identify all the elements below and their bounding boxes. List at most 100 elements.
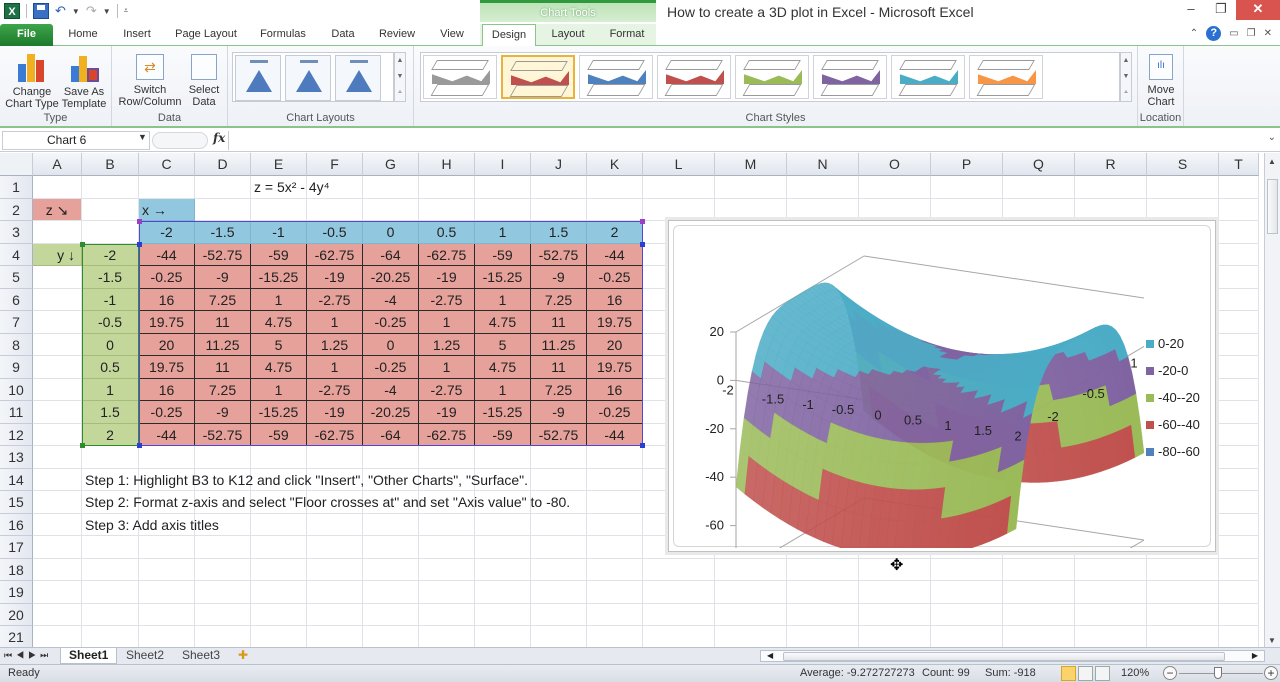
y-value-cell[interactable]: 0: [82, 333, 139, 356]
cell[interactable]: [531, 198, 587, 221]
range-handle[interactable]: [137, 219, 142, 224]
cell[interactable]: [33, 536, 82, 559]
cell[interactable]: [1219, 423, 1259, 446]
cell[interactable]: [715, 626, 787, 647]
undo-icon[interactable]: ↶: [55, 3, 66, 19]
cell[interactable]: [307, 626, 363, 647]
z-value-cell[interactable]: 1: [251, 288, 307, 311]
cell[interactable]: [195, 603, 251, 626]
cell[interactable]: [931, 603, 1003, 626]
cell[interactable]: [1147, 581, 1219, 604]
z-value-cell[interactable]: 4.75: [475, 311, 531, 334]
cell[interactable]: [195, 446, 251, 469]
z-value-cell[interactable]: 16: [139, 378, 195, 401]
cell[interactable]: [643, 626, 715, 647]
z-value-cell[interactable]: 1: [251, 378, 307, 401]
cell[interactable]: [643, 603, 715, 626]
y-value-cell[interactable]: 1.5: [82, 401, 139, 424]
row-header-13[interactable]: 13: [0, 446, 33, 469]
cell[interactable]: [531, 626, 587, 647]
z-value-cell[interactable]: 16: [587, 378, 643, 401]
restore-button[interactable]: ❐: [1206, 0, 1236, 20]
cell[interactable]: [1147, 176, 1219, 199]
range-handle[interactable]: [640, 241, 645, 247]
cell[interactable]: [1219, 266, 1259, 289]
z-value-cell[interactable]: -2.75: [307, 288, 363, 311]
formula-bar-divider-handle[interactable]: [152, 132, 208, 149]
cell[interactable]: [139, 603, 195, 626]
z-value-cell[interactable]: -44: [139, 423, 195, 446]
cell[interactable]: [587, 446, 643, 469]
chart-style-2[interactable]: [501, 55, 575, 99]
cell[interactable]: [787, 626, 859, 647]
z-value-cell[interactable]: -20.25: [363, 266, 419, 289]
tab-insert[interactable]: Insert: [115, 24, 159, 46]
z-value-cell[interactable]: -15.25: [251, 401, 307, 424]
tab-design[interactable]: Design: [482, 24, 536, 47]
row-header-12[interactable]: 12: [0, 423, 33, 446]
zoom-in-button[interactable]: +: [1264, 666, 1278, 680]
step-text-3[interactable]: Step 3: Add axis titles: [82, 514, 682, 537]
z-value-cell[interactable]: 1: [307, 311, 363, 334]
cell[interactable]: [1219, 243, 1259, 266]
row-header-6[interactable]: 6: [0, 288, 33, 311]
cell[interactable]: [82, 536, 139, 559]
tab-data[interactable]: Data: [325, 24, 361, 46]
z-value-cell[interactable]: 0: [363, 333, 419, 356]
tab-layout[interactable]: Layout: [545, 24, 591, 46]
row-header-14[interactable]: 14: [0, 468, 33, 491]
z-value-cell[interactable]: 1: [419, 311, 475, 334]
cell[interactable]: [587, 558, 643, 581]
z-value-cell[interactable]: 5: [251, 333, 307, 356]
cell[interactable]: [859, 198, 931, 221]
x-value-cell[interactable]: -1: [251, 221, 307, 244]
cell[interactable]: [587, 536, 643, 559]
z-value-cell[interactable]: -59: [251, 243, 307, 266]
cell[interactable]: [195, 176, 251, 199]
column-header-h[interactable]: H: [419, 153, 475, 176]
cell[interactable]: [531, 558, 587, 581]
cell[interactable]: [1219, 468, 1259, 491]
z-value-cell[interactable]: -9: [531, 266, 587, 289]
column-header-c[interactable]: C: [139, 153, 195, 176]
cell[interactable]: [859, 603, 931, 626]
chart-layout-1[interactable]: [235, 55, 281, 101]
z-value-cell[interactable]: -59: [475, 243, 531, 266]
z-value-cell[interactable]: -19: [307, 266, 363, 289]
cell[interactable]: [251, 581, 307, 604]
column-header-i[interactable]: I: [475, 153, 531, 176]
z-value-cell[interactable]: -62.75: [307, 243, 363, 266]
row-header-10[interactable]: 10: [0, 378, 33, 401]
z-value-cell[interactable]: -2.75: [419, 378, 475, 401]
cell[interactable]: [587, 176, 643, 199]
minimize-button[interactable]: –: [1176, 0, 1206, 20]
column-header-n[interactable]: N: [787, 153, 859, 176]
cell[interactable]: [859, 581, 931, 604]
cell[interactable]: [33, 581, 82, 604]
scroll-down-icon[interactable]: ▼: [1268, 636, 1276, 645]
cell[interactable]: [787, 176, 859, 199]
z-value-cell[interactable]: 1.25: [307, 333, 363, 356]
save-as-template-button[interactable]: Save As Template: [58, 50, 110, 110]
cell[interactable]: [1219, 198, 1259, 221]
workbook-minimize-icon[interactable]: ▭: [1229, 28, 1238, 39]
cell[interactable]: [715, 558, 787, 581]
column-header-g[interactable]: G: [363, 153, 419, 176]
cell[interactable]: [33, 626, 82, 647]
column-header-b[interactable]: B: [82, 153, 139, 176]
cell[interactable]: [82, 603, 139, 626]
cell[interactable]: [787, 198, 859, 221]
chart-style-3[interactable]: [579, 55, 653, 99]
cell[interactable]: [715, 581, 787, 604]
z-value-cell[interactable]: -20.25: [363, 401, 419, 424]
row-header-19[interactable]: 19: [0, 581, 33, 604]
column-header-l[interactable]: L: [643, 153, 715, 176]
row-header-4[interactable]: 4: [0, 243, 33, 266]
cell[interactable]: [1075, 176, 1147, 199]
z-value-cell[interactable]: 1: [475, 288, 531, 311]
page-layout-view-button[interactable]: [1078, 666, 1093, 681]
cell[interactable]: [33, 288, 82, 311]
range-handle[interactable]: [640, 219, 645, 224]
tab-view[interactable]: View: [433, 24, 471, 46]
tab-format[interactable]: Format: [604, 24, 650, 46]
